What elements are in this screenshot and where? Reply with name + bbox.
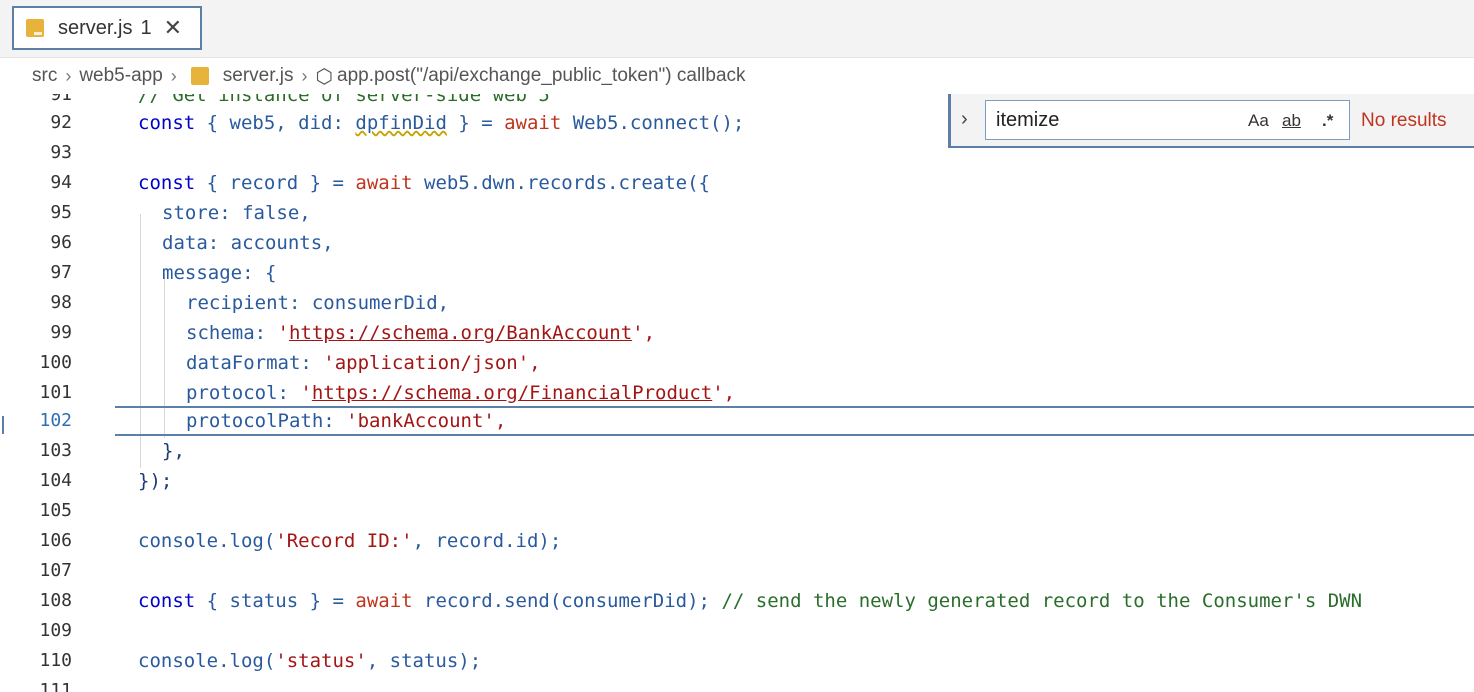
code-text: recipient: consumerDid, bbox=[186, 292, 450, 314]
code-line-active[interactable]: 102 protocolPath: 'bankAccount', bbox=[0, 406, 1474, 436]
code-line[interactable]: 103 }, bbox=[0, 436, 1474, 466]
toggle-replace-chevron-icon[interactable]: › bbox=[961, 108, 968, 131]
code-line[interactable]: 96 data: accounts, bbox=[0, 228, 1474, 258]
line-number: 105 bbox=[39, 500, 72, 521]
code-line[interactable]: 104 }); bbox=[0, 466, 1474, 496]
line-number: 93 bbox=[50, 142, 72, 163]
code-comment: // send the newly generated record to th… bbox=[721, 590, 1363, 612]
code-line[interactable]: 109 bbox=[0, 616, 1474, 646]
tab-bar: server.js 1 ✕ bbox=[0, 0, 1474, 58]
chevron-right-icon: › bbox=[301, 65, 308, 86]
code-text: }); bbox=[138, 470, 173, 492]
code-line[interactable]: 107 bbox=[0, 556, 1474, 586]
line-number: 96 bbox=[50, 232, 72, 253]
line-number: 103 bbox=[39, 440, 72, 461]
warning-squiggle: dpfinDid bbox=[355, 112, 447, 134]
problems-badge: 1 bbox=[140, 16, 152, 39]
find-result-status: No results bbox=[1361, 110, 1447, 131]
url-link: https://schema.org/BankAccount bbox=[288, 322, 633, 344]
find-widget: › itemize Aa ab .* No results bbox=[948, 94, 1474, 148]
line-number: 97 bbox=[50, 262, 72, 283]
breadcrumb-callback[interactable]: app.post("/api/exchange_public_token") c… bbox=[337, 65, 746, 87]
line-number: 92 bbox=[50, 112, 72, 133]
line-number: 98 bbox=[50, 292, 72, 313]
line-number: 109 bbox=[39, 620, 72, 641]
code-line[interactable]: 111 bbox=[0, 676, 1474, 692]
line-number: 100 bbox=[39, 352, 72, 373]
line-number: 102 bbox=[39, 410, 72, 431]
use-regex-icon[interactable]: .* bbox=[1322, 111, 1333, 131]
line-number: 94 bbox=[50, 172, 72, 193]
find-input[interactable]: itemize Aa ab .* bbox=[985, 100, 1350, 140]
code-text: message: { bbox=[162, 262, 277, 284]
line-number: 110 bbox=[39, 650, 72, 671]
code-text: const { web5, did: dpfinDid } = await We… bbox=[138, 112, 745, 134]
line-number: 106 bbox=[39, 530, 72, 551]
js-file-icon bbox=[26, 19, 44, 37]
code-text: schema: 'https://schema.org/BankAccount'… bbox=[186, 322, 656, 344]
line-number: 95 bbox=[50, 202, 72, 223]
code-text: dataFormat: 'application/json', bbox=[186, 352, 541, 374]
code-text: const { status } = await record.send(con… bbox=[138, 590, 1363, 612]
code-line[interactable]: 98 recipient: consumerDid, bbox=[0, 288, 1474, 318]
breadcrumb-server-js[interactable]: server.js bbox=[223, 65, 294, 87]
line-number: 99 bbox=[50, 322, 72, 343]
line-number: 104 bbox=[39, 470, 72, 491]
code-line[interactable]: 97 message: { bbox=[0, 258, 1474, 288]
code-line[interactable]: 100 dataFormat: 'application/json', bbox=[0, 348, 1474, 378]
code-text: const { record } = await web5.dwn.record… bbox=[138, 172, 710, 194]
find-input-value: itemize bbox=[996, 109, 1060, 131]
tab-label: server.js bbox=[58, 16, 133, 39]
line-number: 107 bbox=[39, 560, 72, 581]
code-line[interactable]: 95 store: false, bbox=[0, 198, 1474, 228]
url-link: https://schema.org/FinancialProduct bbox=[311, 382, 713, 404]
code-line[interactable]: 106 console.log('Record ID:', record.id)… bbox=[0, 526, 1474, 556]
breadcrumb-src[interactable]: src bbox=[32, 65, 57, 87]
chevron-right-icon: › bbox=[65, 65, 72, 86]
line-number: 108 bbox=[39, 590, 72, 611]
chevron-right-icon: › bbox=[170, 65, 177, 86]
breadcrumb: src › web5-app › server.js › ⬡ app.post(… bbox=[0, 58, 1474, 94]
code-line[interactable]: 94 const { record } = await web5.dwn.rec… bbox=[0, 168, 1474, 198]
code-text: }, bbox=[162, 440, 185, 462]
match-case-icon[interactable]: Aa bbox=[1248, 111, 1269, 131]
code-text: data: accounts, bbox=[162, 232, 334, 254]
tab-server-js[interactable]: server.js 1 ✕ bbox=[12, 6, 202, 50]
code-line[interactable]: 105 bbox=[0, 496, 1474, 526]
code-line[interactable]: 110 console.log('status', status); bbox=[0, 646, 1474, 676]
code-line[interactable]: 99 schema: 'https://schema.org/BankAccou… bbox=[0, 318, 1474, 348]
code-line[interactable]: 101 protocol: 'https://schema.org/Financ… bbox=[0, 378, 1474, 408]
line-number: 101 bbox=[39, 382, 72, 403]
code-text: protocol: 'https://schema.org/FinancialP… bbox=[186, 382, 736, 404]
code-text: store: false, bbox=[162, 202, 311, 224]
js-file-icon bbox=[190, 67, 209, 85]
code-editor[interactable]: 91 // Get instance of server-side web 5 … bbox=[0, 94, 1474, 692]
code-line[interactable]: 108 const { status } = await record.send… bbox=[0, 586, 1474, 616]
code-text: protocolPath: 'bankAccount', bbox=[186, 410, 507, 432]
breadcrumb-web5-app[interactable]: web5-app bbox=[79, 65, 162, 87]
code-text: console.log('status', status); bbox=[138, 650, 482, 672]
code-text: console.log('Record ID:', record.id); bbox=[138, 530, 562, 552]
match-whole-word-icon[interactable]: ab bbox=[1282, 111, 1301, 131]
cube-icon: ⬡ bbox=[315, 65, 333, 88]
line-number: 111 bbox=[39, 680, 72, 692]
close-icon[interactable]: ✕ bbox=[164, 17, 182, 39]
